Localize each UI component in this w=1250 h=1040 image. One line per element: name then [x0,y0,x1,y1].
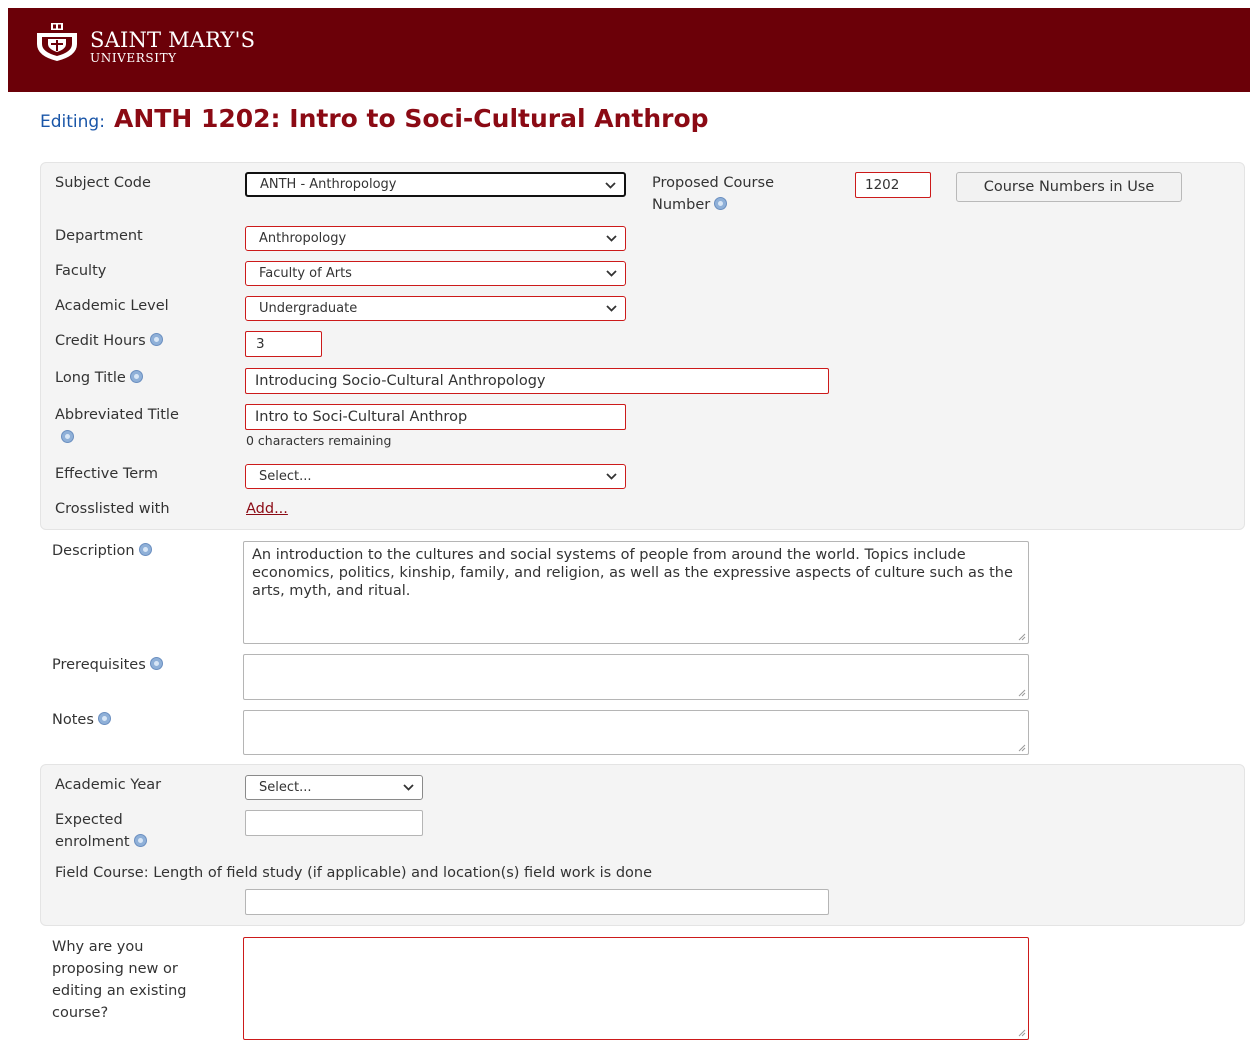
university-logo[interactable]: SAINT MARY'S UNIVERSITY [34,22,334,66]
proposed-course-number-label: Proposed Course [652,172,774,194]
logo-name: SAINT MARY'S [90,28,256,52]
effective-term-select[interactable]: Select... [245,464,626,489]
logo-subtitle: UNIVERSITY [90,51,177,65]
prerequisites-textarea[interactable] [243,654,1029,700]
academic-year-label: Academic Year [55,777,162,793]
abbreviated-title-help [57,427,74,449]
proposed-course-number-label-line1: Proposed Course [652,175,774,191]
prerequisites-label-text: Prerequisites [52,657,146,673]
crosslisted-add-link[interactable]: Add... [246,498,288,520]
proposed-course-number-label-2: Number [652,194,728,216]
description-text: An introduction to the cultures and soci… [252,547,1013,599]
field-course-label: Field Course: Length of field study (if … [55,865,653,881]
course-details-panel [40,162,1245,530]
expected-enrolment-input[interactable] [245,810,423,836]
long-title-label-text: Long Title [55,370,126,386]
help-icon[interactable] [97,712,111,725]
description-textarea[interactable]: An introduction to the cultures and soci… [243,541,1029,644]
academic-year-value: Select... [259,780,312,795]
why-proposing-label-line2: proposing new or [52,961,178,977]
effective-term-value: Select... [259,469,312,484]
resize-grip-icon[interactable] [1017,743,1026,752]
proposed-course-number-label-line2: Number [652,197,711,213]
long-title-input[interactable]: Introducing Socio-Cultural Anthropology [245,368,829,394]
help-icon[interactable] [61,430,74,443]
expected-enrolment-label: enrolment [55,831,147,853]
subject-code-value: ANTH - Anthropology [260,177,397,192]
university-crest-icon [37,23,77,61]
why-proposing-label-line3: editing an existing [52,983,187,999]
expected-enrolment-label-line2: enrolment [55,834,130,850]
credit-hours-label-text: Credit Hours [55,333,146,349]
academic-level-select[interactable]: Undergraduate [245,296,626,321]
department-label: Department [55,228,143,244]
credit-hours-input[interactable]: 3 [245,331,322,357]
effective-term-label: Effective Term [55,466,159,482]
subject-code-label: Subject Code [55,175,151,191]
chevron-down-icon [606,473,617,480]
chevron-down-icon [606,305,617,312]
help-icon[interactable] [129,370,143,383]
proposed-course-number-input[interactable]: 1202 [855,172,931,198]
long-title-label: Long Title [55,367,143,389]
site-header: SAINT MARY'S UNIVERSITY [8,8,1250,92]
page-title-course: ANTH 1202: Intro to Soci-Cultural Anthro… [114,104,709,133]
academic-level-label: Academic Level [55,298,169,314]
academic-level-value: Undergraduate [259,301,358,316]
characters-remaining-text: 0 characters remaining [246,433,392,448]
faculty-value: Faculty of Arts [259,266,352,281]
why-proposing-label-line1: Why are you [52,939,144,955]
field-course-input[interactable] [245,889,829,915]
description-label-text: Description [52,543,135,559]
why-proposing-textarea[interactable] [243,937,1029,1040]
crosslisted-label: Crosslisted with [55,501,170,517]
department-value: Anthropology [259,231,347,246]
notes-label: Notes [52,709,111,731]
chevron-down-icon [605,182,616,189]
course-numbers-in-use-button[interactable]: Course Numbers in Use [956,172,1182,202]
resize-grip-icon[interactable] [1017,632,1026,641]
expected-enrolment-label-line1: Expected [55,812,123,828]
chevron-down-icon [403,784,414,791]
chevron-down-icon [606,235,617,242]
description-label: Description [52,540,152,562]
faculty-label: Faculty [55,263,107,279]
notes-label-text: Notes [52,712,94,728]
abbreviated-title-label: Abbreviated Title [55,407,179,423]
department-select[interactable]: Anthropology [245,226,626,251]
resize-grip-icon[interactable] [1017,688,1026,697]
subject-code-select[interactable]: ANTH - Anthropology [245,172,626,197]
abbreviated-title-input[interactable]: Intro to Soci-Cultural Anthrop [245,404,626,430]
resize-grip-icon[interactable] [1017,1028,1026,1037]
faculty-select[interactable]: Faculty of Arts [245,261,626,286]
chevron-down-icon [606,270,617,277]
why-proposing-label-line4: course? [52,1005,109,1021]
help-icon[interactable] [149,657,163,670]
academic-year-select[interactable]: Select... [245,775,423,800]
page-title: Editing: ANTH 1202: Intro to Soci-Cultur… [40,104,709,133]
prerequisites-label: Prerequisites [52,654,163,676]
credit-hours-label: Credit Hours [55,330,163,352]
help-icon[interactable] [138,543,152,556]
help-icon[interactable] [149,333,163,346]
help-icon[interactable] [133,834,147,847]
notes-textarea[interactable] [243,710,1029,755]
help-icon[interactable] [714,197,728,210]
page-title-prefix: Editing: [40,112,105,132]
